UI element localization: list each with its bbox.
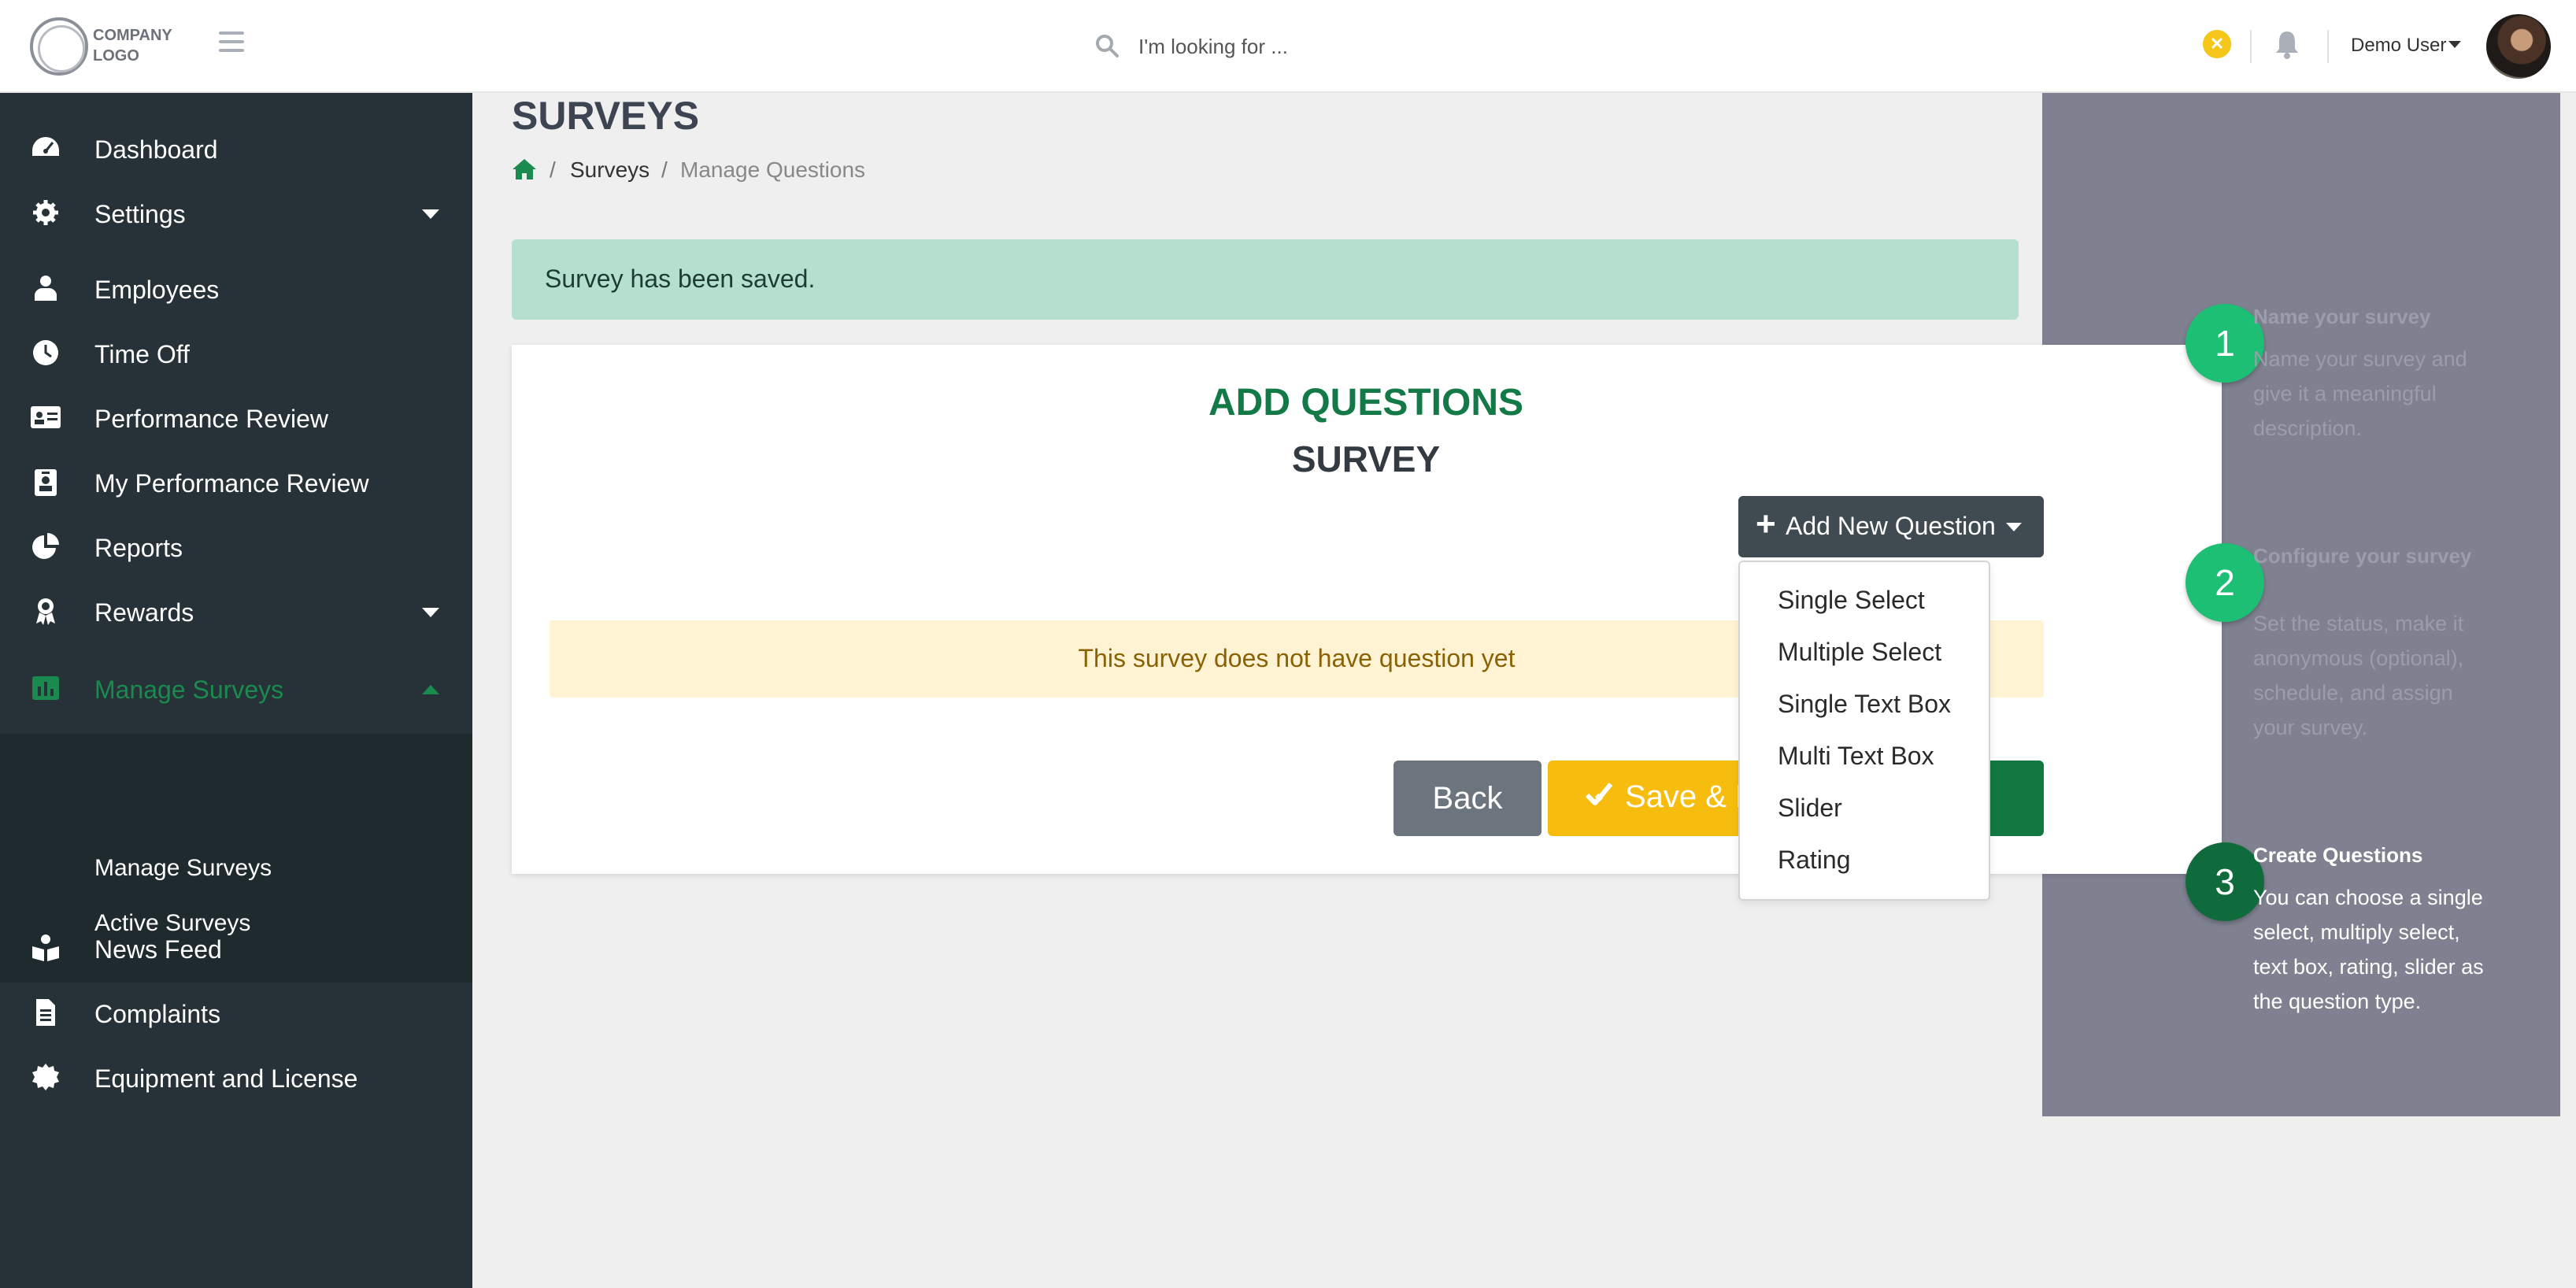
company-logo-text[interactable]: COMPANY LOGO <box>93 25 203 66</box>
sidebar-item-label: Dashboard <box>94 135 218 164</box>
plus-icon: + <box>1756 505 1776 543</box>
pie-chart-icon <box>32 533 59 559</box>
bell-icon[interactable] <box>2274 28 2300 60</box>
sidebar-item-time-off[interactable]: Time Off <box>0 328 472 378</box>
search-input[interactable]: I'm looking for ... <box>1138 35 1288 59</box>
step-title: Configure your survey <box>2253 544 2472 568</box>
sidebar-item-label: Settings <box>94 200 186 228</box>
sidebar-item-settings[interactable]: Settings <box>0 187 472 238</box>
chevron-down-icon <box>422 608 439 617</box>
search-icon <box>1096 35 1119 57</box>
add-new-question-label: Add New Question <box>1786 512 1996 540</box>
sidebar-item-label: News Feed <box>94 935 222 964</box>
alert-message: Survey has been saved. <box>545 265 816 293</box>
home-icon[interactable] <box>512 157 537 181</box>
sidebar-item-dashboard[interactable]: Dashboard <box>0 123 472 173</box>
step-description: You can choose a single select, multiply… <box>2253 886 2484 1013</box>
sidebar-item-label: Reports <box>94 534 183 562</box>
breadcrumb-link-surveys[interactable]: Surveys <box>570 157 650 183</box>
header-divider <box>2327 30 2329 63</box>
dropdown-item-slider[interactable]: Slider <box>1778 794 1842 823</box>
card-title: ADD QUESTIONS <box>1208 382 1524 424</box>
sidebar-item-label: Manage Surveys <box>94 675 284 704</box>
award-icon <box>36 598 55 625</box>
breadcrumb-current: Manage Questions <box>680 157 866 182</box>
status-close-icon[interactable] <box>2203 30 2231 58</box>
gear-icon <box>33 200 58 225</box>
certificate-icon <box>32 1064 59 1090</box>
dashboard-icon <box>32 137 59 156</box>
page-title: SURVEYS <box>512 94 700 138</box>
dropdown-item-rating[interactable]: Rating <box>1778 846 1851 875</box>
double-check-icon <box>1585 783 1613 805</box>
dropdown-item-multiple-select[interactable]: Multiple Select <box>1778 638 1941 667</box>
chevron-down-icon[interactable] <box>2448 41 2461 48</box>
chevron-down-icon <box>422 209 439 219</box>
sidebar-item-reports[interactable]: Reports <box>0 521 472 572</box>
file-icon <box>36 999 55 1026</box>
sidebar-item-label: Performance Review <box>94 405 328 433</box>
step-number-1: 1 <box>2186 304 2264 383</box>
sidebar-item-equipment-and-license[interactable]: Equipment and License <box>0 1052 472 1102</box>
sidebar-item-complaints[interactable]: Complaints <box>0 987 472 1038</box>
header-divider <box>2250 30 2252 63</box>
hamburger-menu-icon[interactable] <box>219 31 244 57</box>
step-description: Set the status, make it anonymous (optio… <box>2253 612 2464 739</box>
chevron-down-icon <box>2006 523 2022 531</box>
sidebar-item-label: Complaints <box>94 1000 221 1028</box>
success-alert: Survey has been saved. <box>512 239 2019 320</box>
user-icon <box>35 276 57 301</box>
top-header: COMPANY LOGO I'm looking for ... Demo Us… <box>0 0 2576 93</box>
bar-chart-icon <box>32 676 59 700</box>
breadcrumb-separator: / <box>550 157 556 182</box>
back-button[interactable]: Back <box>1393 761 1542 836</box>
sidebar-item-label: My Performance Review <box>94 469 369 498</box>
sidebar-item-label: Rewards <box>94 598 194 627</box>
sidebar-item-manage-surveys[interactable]: Manage Surveys <box>0 663 472 713</box>
question-type-dropdown: Single Select Multiple Select Single Tex… <box>1738 561 1990 901</box>
search-bar[interactable]: I'm looking for ... <box>1086 24 1638 68</box>
sidebar-item-rewards[interactable]: Rewards <box>0 586 472 636</box>
dropdown-item-single-text-box[interactable]: Single Text Box <box>1778 690 1951 719</box>
submenu-item-manage-surveys[interactable]: Manage Surveys <box>94 855 272 882</box>
sidebar-item-performance-review[interactable]: Performance Review <box>0 392 472 442</box>
step-title: Name your survey <box>2253 305 2431 328</box>
add-new-question-button[interactable]: + Add New Question <box>1738 496 2044 557</box>
id-card-icon <box>31 406 61 428</box>
sidebar-item-label: Employees <box>94 276 220 304</box>
id-badge-icon <box>35 469 57 496</box>
step-number-3: 3 <box>2186 842 2264 921</box>
company-logo-icon[interactable] <box>30 17 88 76</box>
chevron-up-icon <box>422 685 439 694</box>
clock-icon <box>33 340 58 365</box>
sidebar: Dashboard Settings Employees Time Off Pe… <box>0 93 472 1288</box>
step-title: Create Questions <box>2253 843 2423 867</box>
dropdown-item-single-select[interactable]: Single Select <box>1778 586 1925 615</box>
sidebar-item-my-performance-review[interactable]: My Performance Review <box>0 457 472 507</box>
sidebar-item-label: Time Off <box>94 340 190 368</box>
sidebar-item-label: Equipment and License <box>94 1064 358 1093</box>
user-menu[interactable]: Demo User <box>2351 35 2446 57</box>
step-description: Name your survey and give it a meaningfu… <box>2253 347 2467 440</box>
book-reader-icon <box>32 935 59 961</box>
dropdown-item-multi-text-box[interactable]: Multi Text Box <box>1778 742 1934 771</box>
avatar[interactable] <box>2486 14 2551 79</box>
step-number-2: 2 <box>2186 543 2264 622</box>
breadcrumb-separator: / <box>661 157 668 182</box>
survey-name: SURVEY <box>1291 439 1441 479</box>
sidebar-item-employees[interactable]: Employees <box>0 263 472 313</box>
sidebar-item-news-feed[interactable]: News Feed <box>0 923 472 973</box>
